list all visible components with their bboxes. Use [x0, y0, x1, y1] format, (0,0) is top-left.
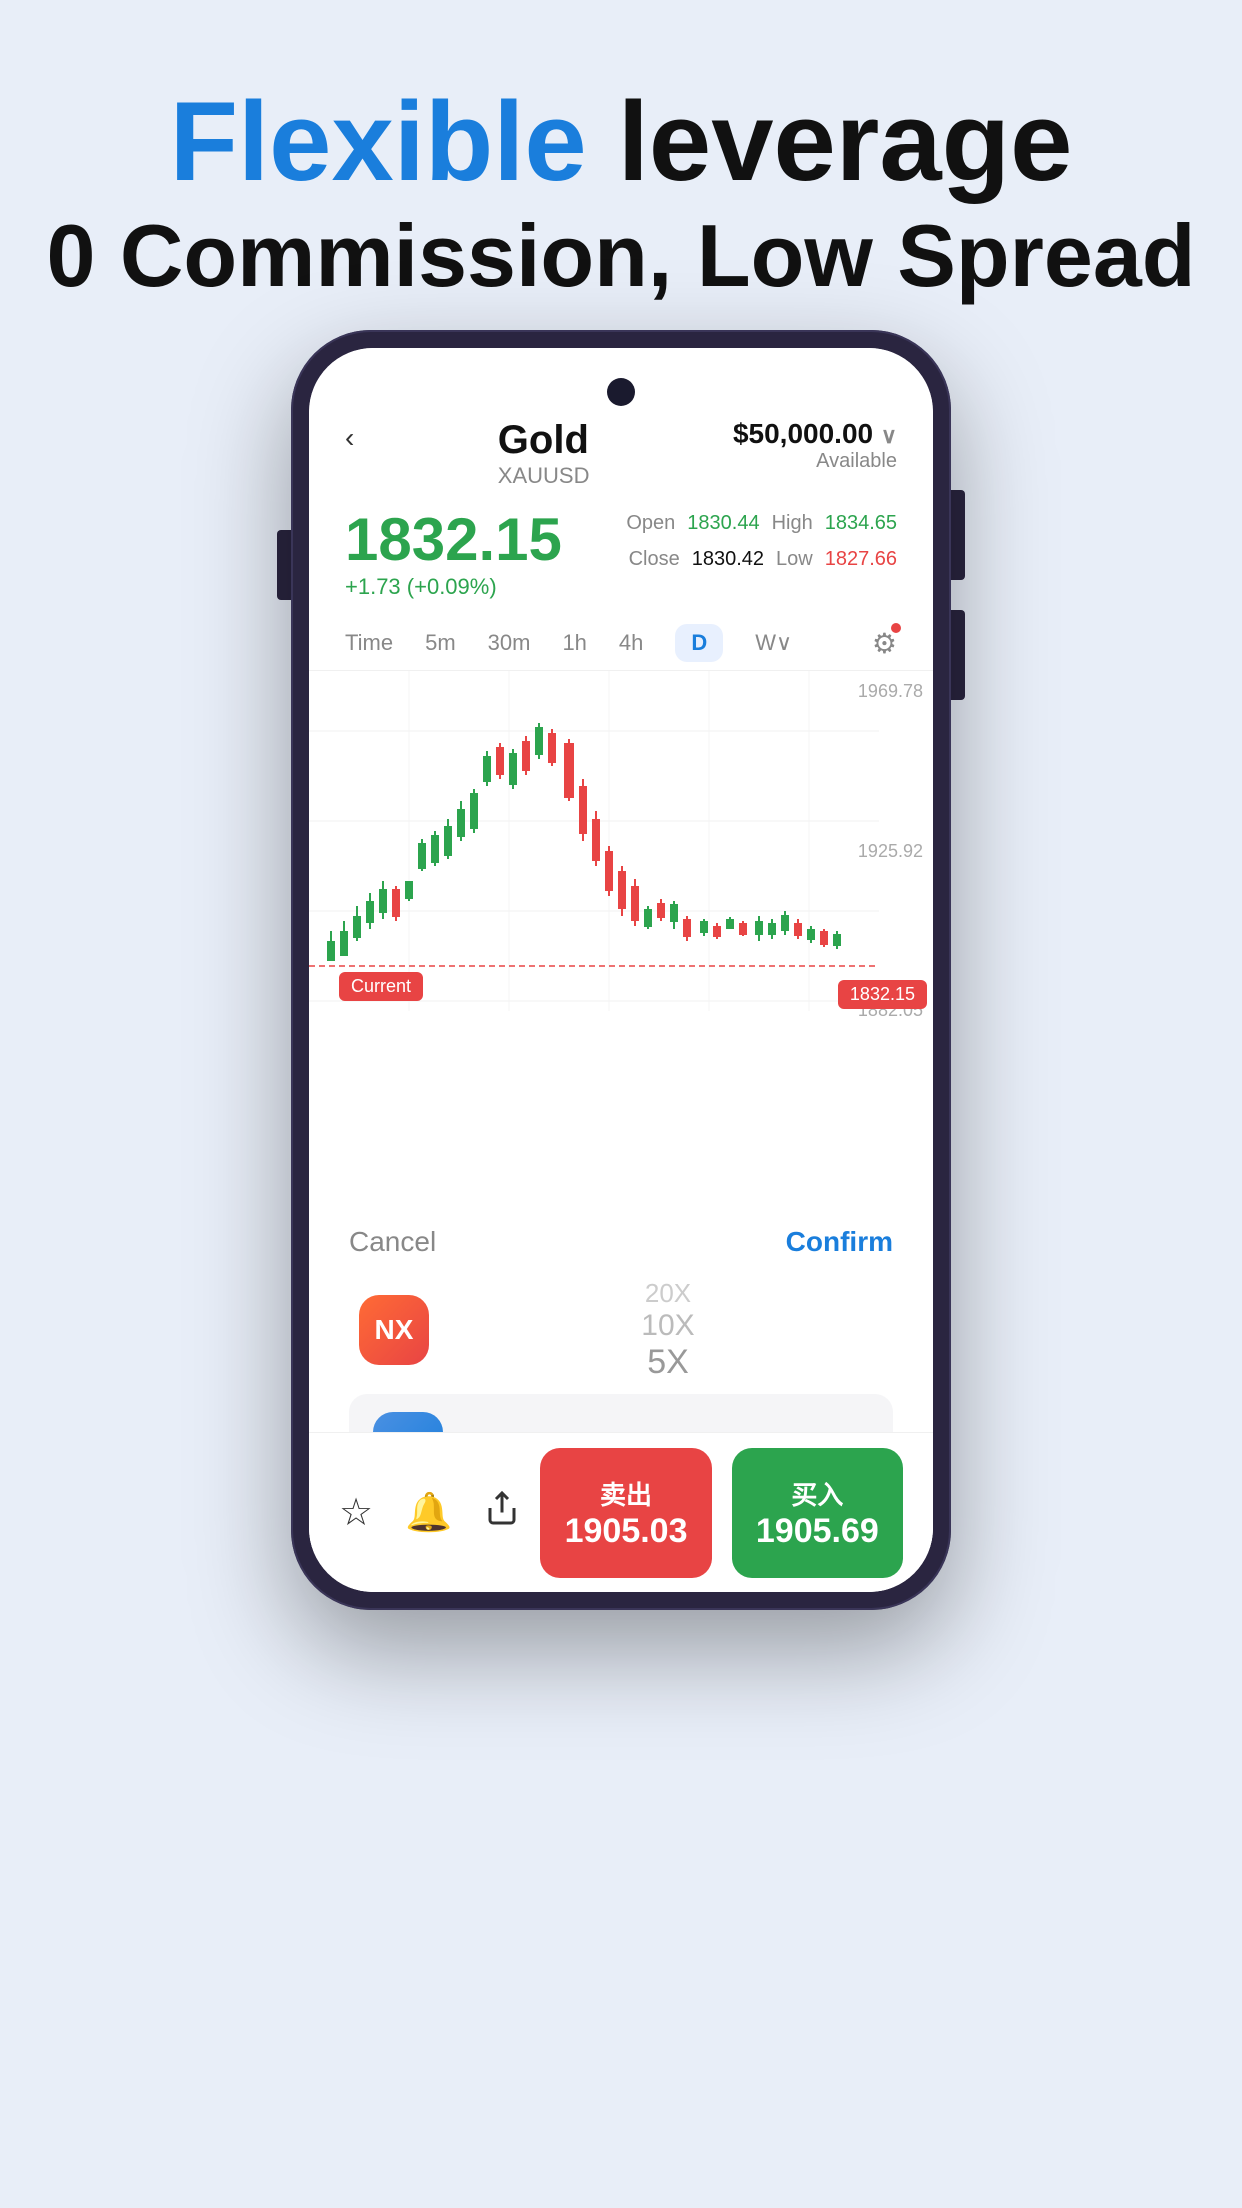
chart-price-high: 1969.78 [858, 681, 923, 702]
alert-icon[interactable]: 🔔 [405, 1491, 452, 1535]
symbol-group: Gold XAUUSD [498, 418, 590, 489]
time-btn-time[interactable]: Time [345, 630, 393, 656]
symbol-pair: XAUUSD [498, 463, 590, 489]
trade-header: ‹ Gold XAUUSD $50,000.00 ∨ Available [309, 348, 933, 505]
price-left: 1832.15 +1.73 (+0.09%) [345, 505, 562, 600]
chart-area: 1969.78 1925.92 1882.05 Current 1832.15 [309, 671, 933, 1031]
close-label: Close [629, 541, 680, 577]
headline-leverage: leverage [587, 79, 1073, 204]
time-bar: Time 5m 30m 1h 4h D W∨ ⚙ [309, 616, 933, 671]
phone-screen: ‹ Gold XAUUSD $50,000.00 ∨ Available [309, 348, 933, 1592]
leverage-20x[interactable]: 20X [453, 1278, 883, 1309]
time-btn-4h[interactable]: 4h [619, 630, 643, 656]
headline-1: Flexible leverage [0, 80, 1242, 203]
current-price-label: Current [339, 972, 423, 1001]
action-icons: ☆ 🔔 [339, 1490, 520, 1536]
low-val: 1827.66 [825, 541, 897, 577]
back-button[interactable]: ‹ [345, 422, 354, 454]
phone-side-button-right-bottom [951, 610, 965, 700]
sell-price: 1905.03 [565, 1512, 688, 1551]
main-price: 1832.15 [345, 505, 562, 574]
buy-button[interactable]: 买入 1905.69 [732, 1448, 903, 1578]
symbol-name: Gold [498, 418, 590, 463]
sell-button[interactable]: 卖出 1905.03 [540, 1448, 711, 1578]
time-btn-30m[interactable]: 30m [488, 630, 531, 656]
time-btn-w[interactable]: W∨ [755, 630, 792, 656]
cancel-button[interactable]: Cancel [349, 1226, 436, 1258]
nx-badge: NX [359, 1295, 429, 1365]
confirm-button[interactable]: Confirm [786, 1226, 893, 1258]
headline-flexible: Flexible [170, 79, 587, 204]
buy-price: 1905.69 [756, 1512, 879, 1551]
camera-notch [607, 378, 635, 406]
sell-label: 卖出 [600, 1475, 652, 1512]
low-label: Low [776, 541, 813, 577]
chart-price-labels: 1969.78 1925.92 1882.05 [858, 671, 923, 1031]
price-stats: Open 1830.44 High 1834.65 Close 1830.42 … [626, 505, 897, 577]
current-price-right: 1832.15 [838, 980, 927, 1009]
open-row: Open 1830.44 High 1834.65 [626, 505, 897, 541]
watchlist-icon[interactable]: ☆ [339, 1490, 373, 1535]
time-btn-5m[interactable]: 5m [425, 630, 456, 656]
sheet-actions: Cancel Confirm [349, 1226, 893, 1258]
phone-side-button-right-top [951, 490, 965, 580]
close-row: Close 1830.42 Low 1827.66 [626, 541, 897, 577]
header-area: Flexible leverage 0 Commission, Low Spre… [0, 0, 1242, 359]
phone-side-button-left [277, 530, 291, 600]
balance-label: Available [733, 450, 897, 473]
balance-group[interactable]: $50,000.00 ∨ Available [733, 418, 897, 473]
high-val: 1834.65 [825, 505, 897, 541]
time-btn-1h[interactable]: 1h [562, 630, 586, 656]
gear-notification-dot [891, 623, 901, 633]
phone-frame: ‹ Gold XAUUSD $50,000.00 ∨ Available [291, 330, 951, 1610]
share-icon[interactable] [484, 1490, 520, 1536]
buy-label: 买入 [791, 1475, 843, 1512]
headline-2: 0 Commission, Low Spread [0, 203, 1242, 309]
price-section: 1832.15 +1.73 (+0.09%) Open 1830.44 High… [309, 505, 933, 616]
app-content: ‹ Gold XAUUSD $50,000.00 ∨ Available [309, 348, 933, 1592]
high-label: High [772, 505, 813, 541]
price-change: +1.73 (+0.09%) [345, 574, 562, 600]
time-btn-d[interactable]: D [675, 624, 723, 662]
action-bar: ☆ 🔔 卖出 1905.03 [309, 1432, 933, 1592]
phone-mockup: ‹ Gold XAUUSD $50,000.00 ∨ Available [291, 330, 951, 1730]
leverage-10x[interactable]: 10X [453, 1309, 883, 1343]
balance-value: $50,000.00 ∨ [733, 418, 897, 450]
open-val: 1830.44 [687, 505, 759, 541]
picker-values: 20X 10X 5X [453, 1278, 883, 1382]
close-val: 1830.42 [692, 541, 764, 577]
open-label: Open [626, 505, 675, 541]
chart-price-mid: 1925.92 [858, 841, 923, 862]
leverage-picker: NX 20X 10X 5X [349, 1278, 893, 1382]
chart-settings-button[interactable]: ⚙ [872, 627, 897, 660]
leverage-5x[interactable]: 5X [453, 1343, 883, 1382]
